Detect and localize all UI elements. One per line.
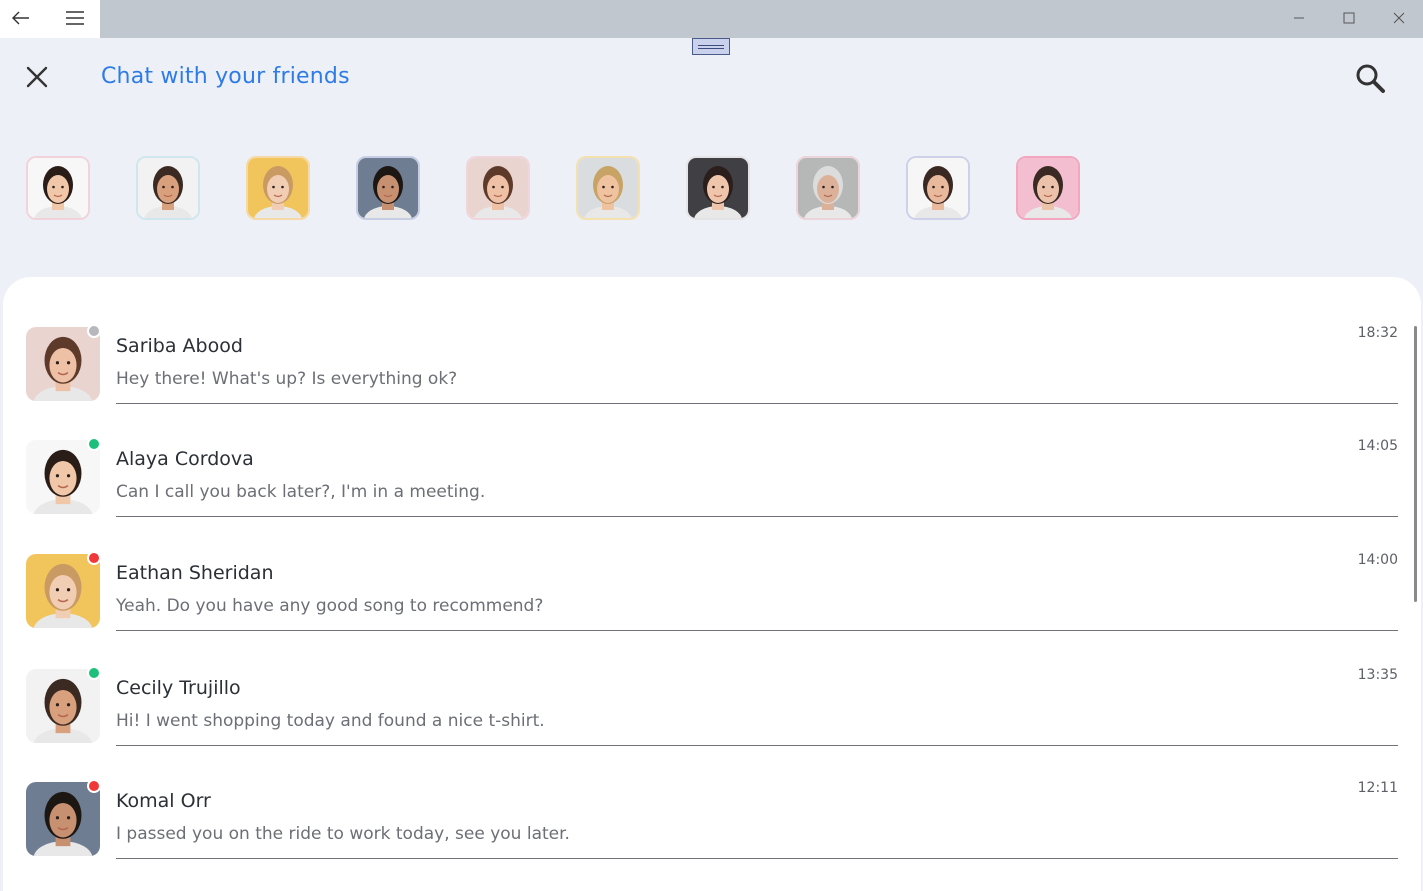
friend-avatar[interactable] <box>136 156 200 220</box>
chat-contact-name: Sariba Abood <box>116 335 243 357</box>
chat-last-message: Yeah. Do you have any good song to recom… <box>116 596 544 616</box>
divider <box>116 745 1398 746</box>
chat-list-item[interactable]: Cecily Trujillo Hi! I went shopping today… <box>26 665 1398 769</box>
chat-contact-name: Cecily Trujillo <box>116 677 241 699</box>
avatar-wrapper <box>26 779 101 856</box>
chat-list-item[interactable]: Sariba Abood Hey there! What's up? Is eve… <box>26 323 1398 427</box>
friend-avatar[interactable] <box>26 156 90 220</box>
maximize-button[interactable] <box>1324 0 1374 36</box>
divider <box>116 630 1398 631</box>
chat-contact-name: Alaya Cordova <box>116 448 254 470</box>
chat-timestamp: 18:32 <box>1357 325 1398 341</box>
avatar-wrapper <box>26 551 101 628</box>
chat-timestamp: 14:00 <box>1357 552 1398 568</box>
chat-last-message: Hi! I went shopping today and found a ni… <box>116 711 545 731</box>
back-button[interactable] <box>0 0 42 38</box>
chat-timestamp: 13:35 <box>1357 667 1398 683</box>
chat-list-item[interactable]: Alaya Cordova Can I call you back later?,… <box>26 436 1398 540</box>
chat-timestamp: 12:11 <box>1357 780 1398 796</box>
friend-avatar[interactable] <box>796 156 860 220</box>
minimize-button[interactable] <box>1274 0 1324 36</box>
friend-avatar[interactable] <box>466 156 530 220</box>
menu-button[interactable] <box>52 0 98 38</box>
chat-contact-name: Komal Orr <box>116 790 211 812</box>
friend-avatar[interactable] <box>906 156 970 220</box>
search-icon <box>1354 62 1386 98</box>
chat-timestamp: 14:05 <box>1357 438 1398 454</box>
friend-avatar[interactable] <box>356 156 420 220</box>
drag-handle[interactable] <box>692 38 730 55</box>
close-icon <box>25 65 49 93</box>
avatar-wrapper <box>26 324 101 401</box>
chat-list-item[interactable]: Komal Orr I passed you on the ride to wor… <box>26 778 1398 882</box>
chat-list-item[interactable]: Eathan Sheridan Yeah. Do you have any goo… <box>26 550 1398 654</box>
chat-last-message: I passed you on the ride to work today, … <box>116 824 570 844</box>
friend-avatar[interactable] <box>576 156 640 220</box>
friend-avatar[interactable] <box>686 156 750 220</box>
status-indicator <box>87 324 101 338</box>
arrow-left-icon <box>12 10 30 29</box>
search-button[interactable] <box>1350 62 1390 98</box>
scrollbar[interactable] <box>1414 326 1417 602</box>
avatar <box>26 669 100 743</box>
avatar <box>26 782 100 856</box>
divider <box>116 858 1398 859</box>
avatar <box>26 440 100 514</box>
close-button[interactable] <box>20 62 54 96</box>
minimize-icon <box>1293 9 1305 28</box>
avatar <box>26 554 100 628</box>
friend-avatar[interactable] <box>1016 156 1080 220</box>
avatar-wrapper <box>26 437 101 514</box>
chat-last-message: Can I call you back later?, I'm in a mee… <box>116 482 486 502</box>
chat-last-message: Hey there! What's up? Is everything ok? <box>116 369 458 389</box>
hamburger-icon <box>66 10 84 29</box>
avatar-wrapper <box>26 666 101 743</box>
status-indicator <box>87 779 101 793</box>
close-icon <box>1393 9 1405 28</box>
avatar <box>26 327 100 401</box>
status-indicator <box>87 666 101 680</box>
maximize-icon <box>1343 9 1355 28</box>
divider <box>116 403 1398 404</box>
grip-icon <box>698 44 724 49</box>
chat-contact-name: Eathan Sheridan <box>116 562 274 584</box>
status-indicator <box>87 437 101 451</box>
page-title: Chat with your friends <box>101 64 350 89</box>
status-indicator <box>87 551 101 565</box>
divider <box>116 516 1398 517</box>
window-close-button[interactable] <box>1374 0 1423 36</box>
friend-avatar[interactable] <box>246 156 310 220</box>
window-titlebar[interactable] <box>0 0 1423 38</box>
